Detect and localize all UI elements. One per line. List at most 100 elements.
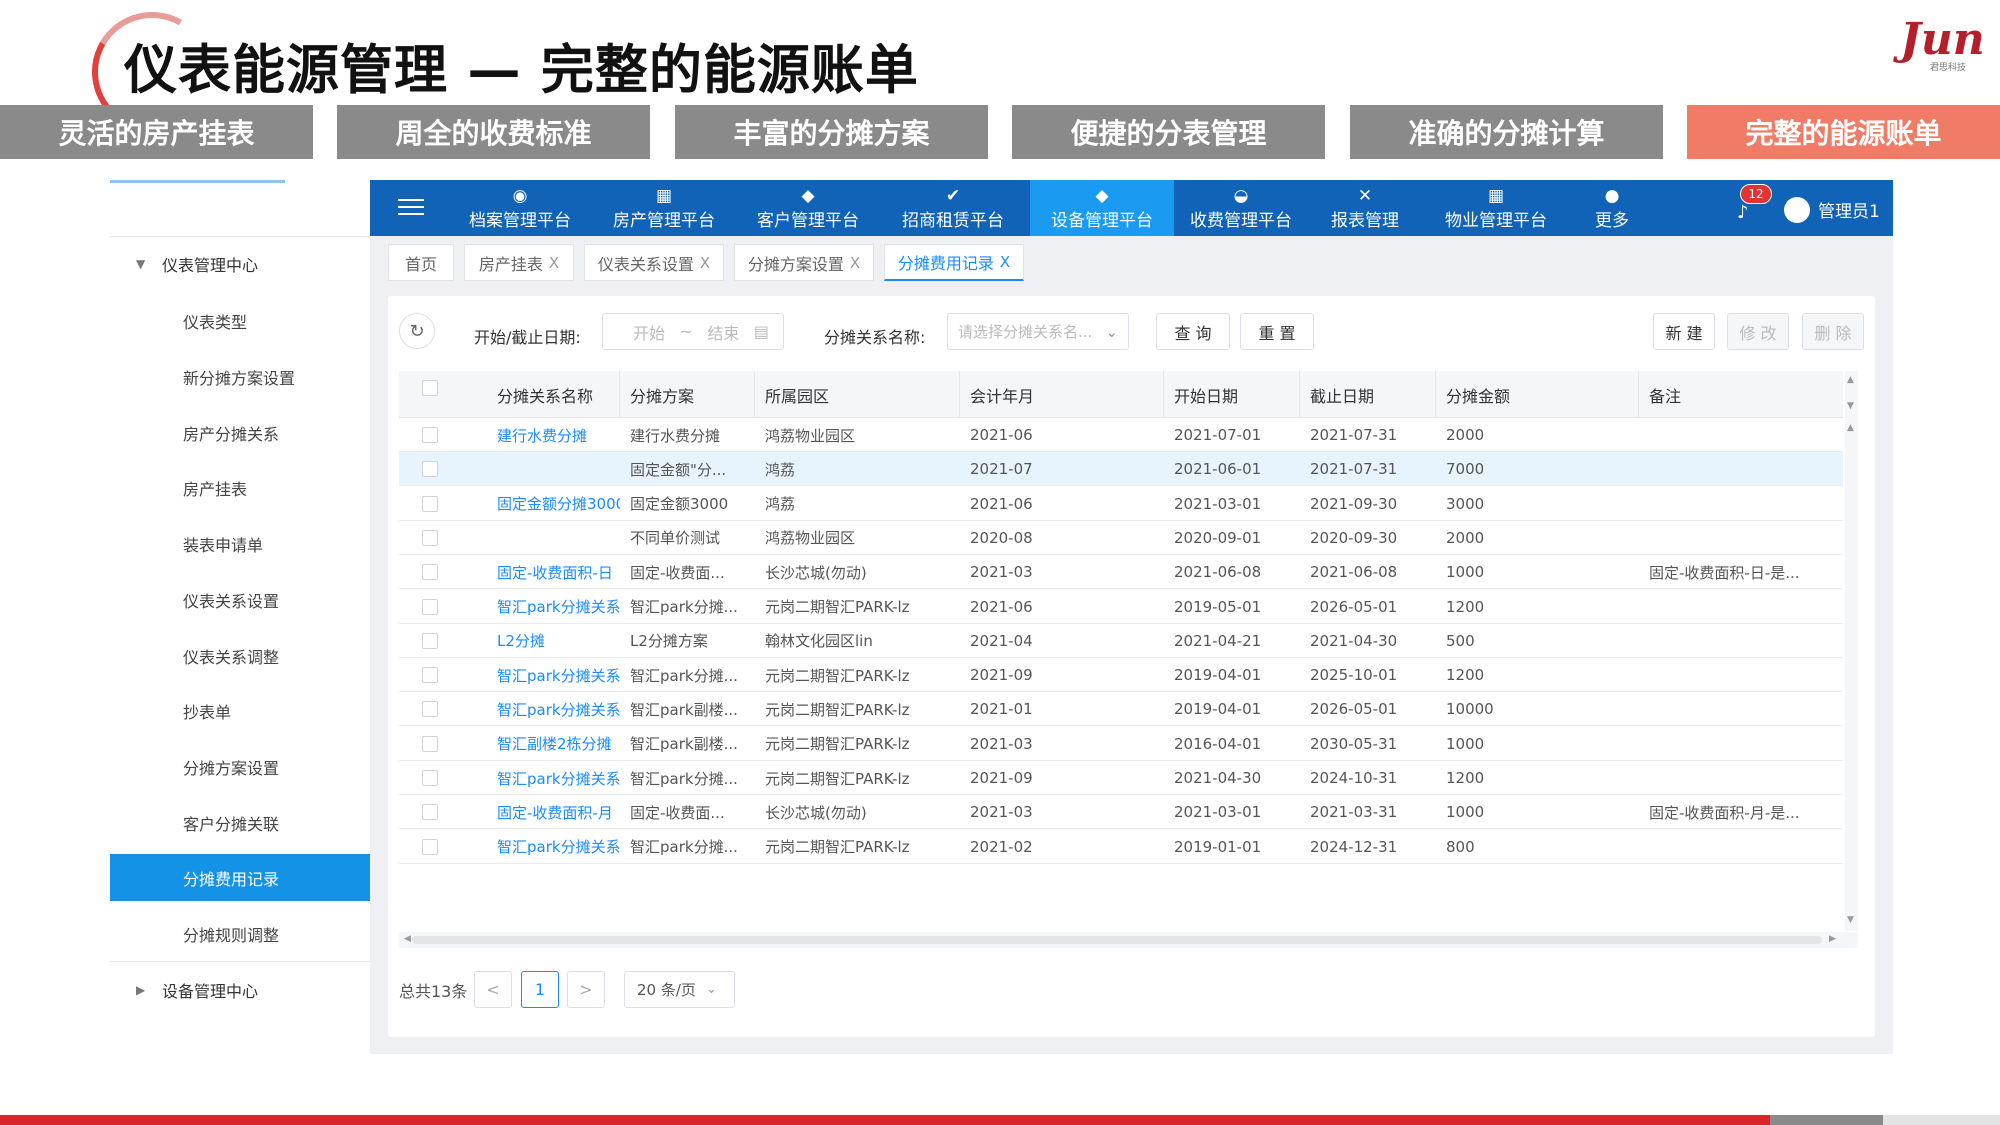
next-page-button[interactable]: >: [567, 971, 605, 1008]
sidebar-item[interactable]: 分摊方案设置: [110, 743, 370, 790]
scroll-left-icon[interactable]: ◀: [404, 934, 411, 944]
row-checkbox[interactable]: [422, 804, 438, 821]
table-row[interactable]: 智汇park分摊关系 智汇park分摊... 元岗二期智汇PARK-lz 2021-0…: [399, 589, 1843, 624]
relation-name-link[interactable]: 智汇park分摊关系: [487, 658, 620, 692]
table-row[interactable]: L2分摊 L2分摊方案 翰林文化园区lin 2021-04 2021-04-21 2021…: [399, 623, 1843, 658]
close-icon[interactable]: X: [549, 254, 559, 272]
row-checkbox[interactable]: [422, 770, 438, 786]
scroll-right-icon[interactable]: ▶: [1829, 934, 1836, 944]
nav-archive-platform[interactable]: ◉ 档案管理平台: [467, 180, 573, 236]
vertical-scrollbar[interactable]: ▲ ▼ ▲ ▼: [1845, 371, 1858, 931]
relation-name-link[interactable]: L2分摊: [487, 624, 620, 658]
nav-property-platform[interactable]: ▦ 房产管理平台: [611, 180, 717, 236]
column-header[interactable]: 截止日期: [1300, 371, 1436, 418]
sidebar-group-device-center[interactable]: ▶ 设备管理中心: [110, 962, 370, 1018]
scroll-down-icon[interactable]: ▼: [1847, 915, 1854, 925]
sidebar-item[interactable]: 房产分摊关系: [110, 409, 370, 456]
scroll-up-icon[interactable]: ▲: [1847, 423, 1854, 433]
relation-name-link[interactable]: 智汇副楼2栋分摊: [487, 727, 620, 761]
bell-icon[interactable]: ♪: [1737, 202, 1759, 224]
relation-name-link[interactable]: 智汇park分摊关系: [487, 590, 620, 624]
page-tab[interactable]: 分摊方案设置 X: [734, 244, 874, 281]
row-checkbox[interactable]: [422, 495, 438, 512]
delete-button[interactable]: 删 除: [1802, 313, 1864, 350]
row-checkbox[interactable]: [422, 529, 438, 546]
table-row[interactable]: 建行水费分摊 建行水费分摊 鸿荔物业园区 2021-06 2021-07-01 2021-…: [399, 418, 1843, 452]
close-icon[interactable]: X: [850, 254, 860, 272]
edit-button[interactable]: 修 改: [1727, 313, 1789, 350]
page-tab-active[interactable]: 分摊费用记录 X: [884, 244, 1024, 281]
table-row[interactable]: 固定金额分摊3000 固定金额3000 鸿荔 2021-06 2021-03-01 202…: [399, 486, 1843, 521]
reset-button[interactable]: 重 置: [1240, 313, 1314, 350]
sidebar-item[interactable]: 抄表单: [110, 687, 370, 734]
sidebar-item[interactable]: 仪表关系设置: [110, 576, 370, 623]
column-header[interactable]: 分摊方案: [620, 371, 755, 418]
relation-name-link[interactable]: 固定金额分摊3000: [487, 487, 620, 521]
relation-name-link[interactable]: [487, 452, 620, 486]
relation-name-link[interactable]: [487, 521, 620, 555]
page-size-select[interactable]: 20 条/页 ⌄: [624, 971, 735, 1008]
nav-billing-platform[interactable]: ◒ 收费管理平台: [1188, 180, 1294, 236]
page-number-button[interactable]: 1: [521, 971, 559, 1008]
sidebar-group-meter-center[interactable]: ▼ 仪表管理中心: [110, 236, 370, 292]
prev-page-button[interactable]: <: [474, 971, 512, 1008]
query-button[interactable]: 查 询: [1156, 313, 1230, 350]
column-header[interactable]: 会计年月: [960, 371, 1164, 418]
page-tab[interactable]: 仪表关系设置 X: [584, 244, 724, 281]
nav-leasing-platform[interactable]: ✔ 招商租赁平台: [900, 180, 1006, 236]
sidebar-item[interactable]: 分摊规则调整: [110, 910, 370, 957]
table-row[interactable]: 智汇park分摊关系 智汇park分摊... 元岗二期智汇PARK-lz 2021-0…: [399, 829, 1843, 864]
row-checkbox[interactable]: [422, 461, 438, 478]
row-checkbox[interactable]: [422, 427, 438, 443]
table-row[interactable]: 不同单价测试 鸿荔物业园区 2020-08 2020-09-01 2020-09-30 2…: [399, 520, 1843, 555]
sidebar-item[interactable]: 房产挂表: [110, 464, 370, 511]
close-icon[interactable]: X: [700, 254, 710, 272]
menu-toggle-icon[interactable]: [398, 194, 424, 222]
row-checkbox[interactable]: [422, 838, 438, 855]
username[interactable]: 管理员1: [1818, 197, 1880, 222]
refresh-icon[interactable]: ↻: [399, 313, 435, 349]
row-checkbox[interactable]: [422, 564, 438, 581]
new-button[interactable]: 新 建: [1653, 313, 1715, 350]
relation-name-link[interactable]: 智汇park分摊关系: [487, 692, 620, 726]
nav-more[interactable]: ● 更多: [1587, 180, 1637, 236]
relation-name-select[interactable]: 请选择分摊关系名... ⌄: [947, 313, 1129, 350]
row-checkbox[interactable]: [422, 667, 438, 684]
relation-name-link[interactable]: 固定-收费面积-日: [487, 555, 620, 589]
avatar[interactable]: [1784, 197, 1810, 223]
scroll-down-icon[interactable]: ▼: [1847, 401, 1854, 411]
column-header[interactable]: 备注: [1639, 371, 1843, 418]
scroll-up-icon[interactable]: ▲: [1847, 375, 1854, 385]
sidebar-item[interactable]: 仪表类型: [110, 297, 370, 344]
column-header[interactable]: 开始日期: [1164, 371, 1300, 418]
column-header[interactable]: 所属园区: [755, 371, 960, 418]
relation-name-link[interactable]: 智汇park分摊关系: [487, 761, 620, 795]
select-all-checkbox[interactable]: [422, 380, 438, 396]
column-header[interactable]: 分摊关系名称: [487, 371, 620, 418]
column-header[interactable]: 分摊金额: [1436, 371, 1639, 418]
page-tab-home[interactable]: 首页: [388, 244, 454, 281]
row-checkbox[interactable]: [422, 735, 438, 752]
sidebar-item[interactable]: 客户分摊关联: [110, 799, 370, 846]
relation-name-link[interactable]: 建行水费分摊: [487, 418, 620, 452]
table-row[interactable]: 智汇park分摊关系 智汇park副楼... 元岗二期智汇PARK-lz 2021-0…: [399, 692, 1843, 727]
row-checkbox[interactable]: [422, 701, 438, 718]
scrollbar-thumb[interactable]: [412, 936, 1822, 944]
nav-device-platform-active[interactable]: ◆ 设备管理平台: [1030, 180, 1174, 236]
sidebar-item-active[interactable]: 分摊费用记录: [110, 854, 370, 901]
table-row[interactable]: 智汇副楼2栋分摊 智汇park副楼... 元岗二期智汇PARK-lz 2021-03 2…: [399, 726, 1843, 761]
table-row[interactable]: 智汇park分摊关系 智汇park分摊... 元岗二期智汇PARK-lz 2021-0…: [399, 761, 1843, 795]
close-icon[interactable]: X: [1000, 253, 1010, 271]
table-row[interactable]: 固定金额"分... 鸿荔 2021-07 2021-06-01 2021-07-31 70…: [399, 452, 1843, 487]
nav-report-management[interactable]: ✕ 报表管理: [1325, 180, 1405, 236]
nav-property-mgmt-platform[interactable]: ▦ 物业管理平台: [1443, 180, 1549, 236]
sidebar-item[interactable]: 仪表关系调整: [110, 632, 370, 679]
nav-customer-platform[interactable]: ◆ 客户管理平台: [755, 180, 861, 236]
row-checkbox[interactable]: [422, 632, 438, 649]
sidebar-item[interactable]: 装表申请单: [110, 520, 370, 567]
page-tab[interactable]: 房产挂表 X: [464, 244, 574, 281]
table-row[interactable]: 固定-收费面积-日 固定-收费面... 长沙芯城(勿动) 2021-03 2021-06…: [399, 555, 1843, 590]
table-row[interactable]: 固定-收费面积-月 固定-收费面... 长沙芯城(勿动) 2021-03 2021-03…: [399, 795, 1843, 830]
relation-name-link[interactable]: 智汇park分摊关系: [487, 830, 620, 864]
row-checkbox[interactable]: [422, 598, 438, 615]
